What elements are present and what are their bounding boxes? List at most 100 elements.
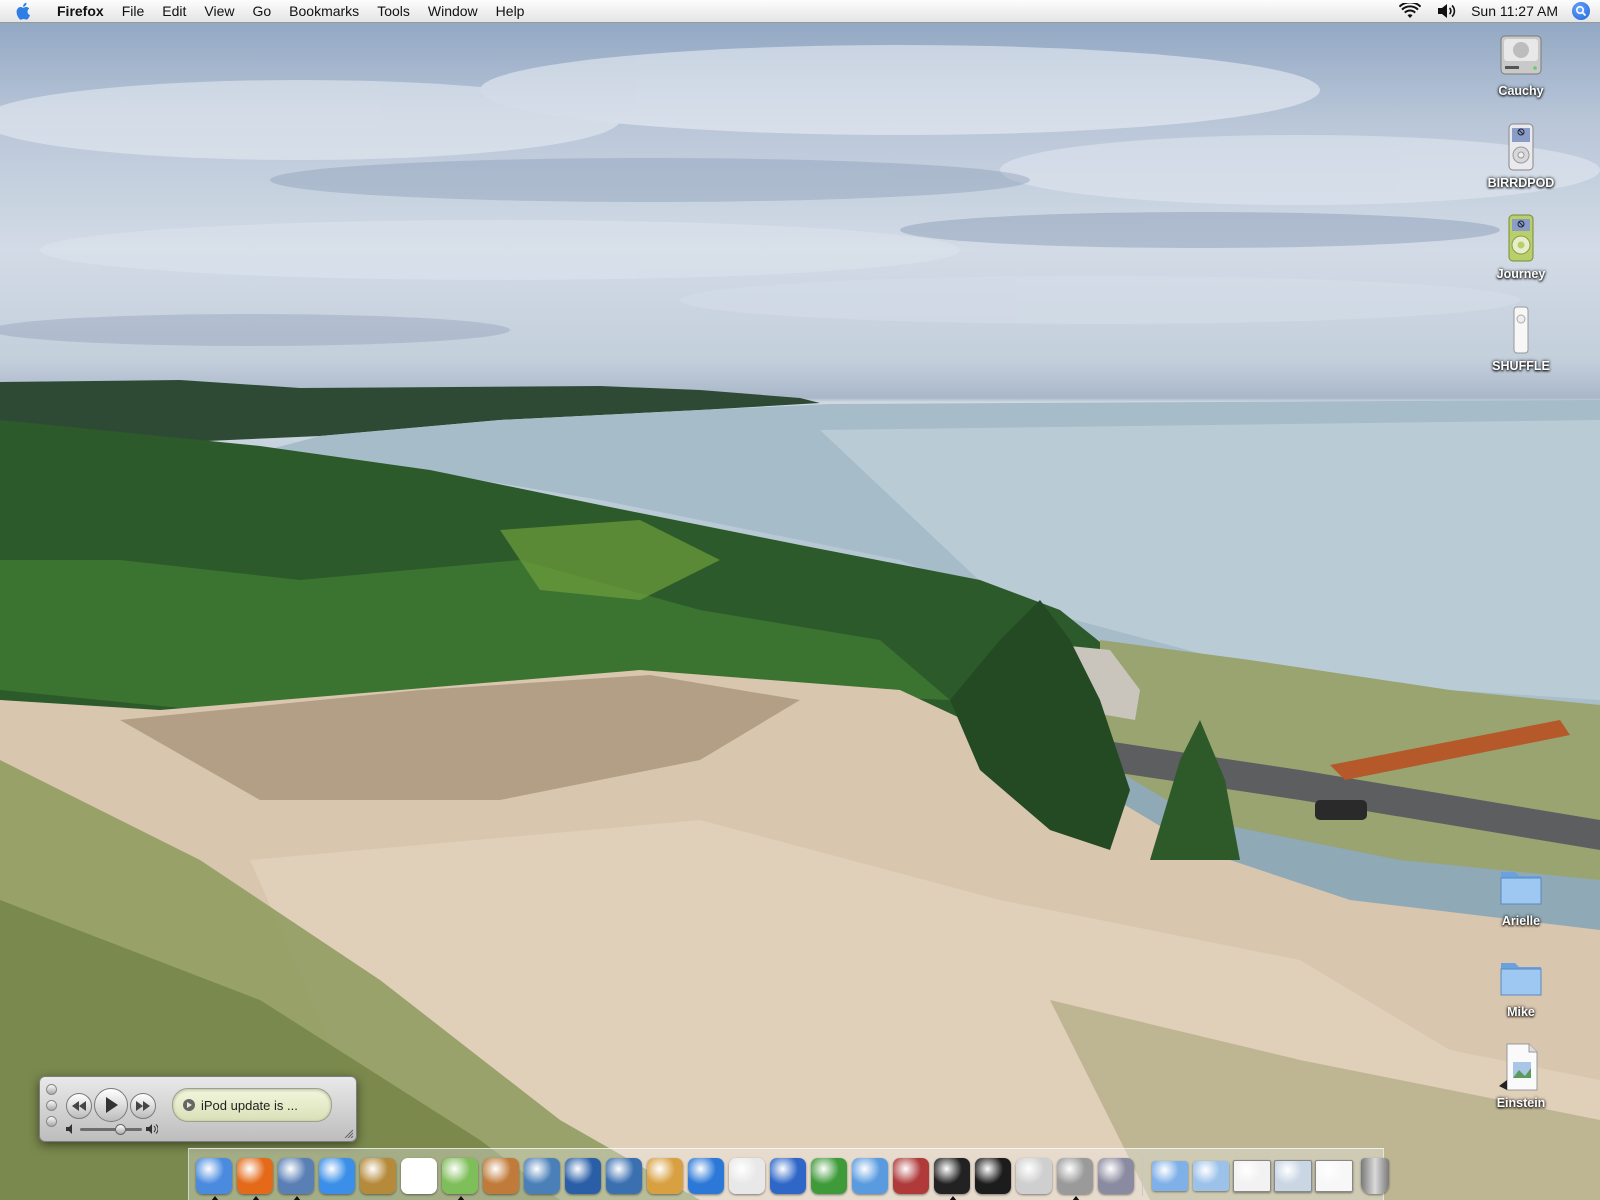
- dock: [188, 1148, 1389, 1200]
- menu-edit[interactable]: Edit: [153, 0, 195, 22]
- volume-knob[interactable]: [115, 1123, 127, 1135]
- ipod-shuffle-icon: [1495, 305, 1547, 357]
- dock-item-documents-folder[interactable]: [1191, 1154, 1231, 1198]
- dock-item-trash[interactable]: [1355, 1154, 1395, 1198]
- dock-item-terminal[interactable]: [932, 1154, 972, 1200]
- imovie-icon: [564, 1158, 601, 1194]
- dock-item-activity-monitor[interactable]: [973, 1154, 1013, 1198]
- dock-item-x11[interactable]: [1055, 1154, 1095, 1200]
- dock-item-safari[interactable]: [850, 1154, 890, 1198]
- dock-apps: [193, 1154, 1136, 1200]
- volume-icon[interactable]: [1429, 3, 1465, 19]
- menu-help[interactable]: Help: [487, 0, 534, 22]
- dock-item-preview[interactable]: [522, 1154, 562, 1198]
- desktop-icon-cauchy[interactable]: Cauchy: [1471, 30, 1571, 98]
- dock-item-mail[interactable]: [276, 1154, 316, 1200]
- activity-monitor-icon: [974, 1158, 1011, 1194]
- dock-item-iphoto[interactable]: [481, 1154, 521, 1198]
- close-button[interactable]: [46, 1084, 57, 1095]
- desktop-icon-einstein[interactable]: Einstein: [1471, 1042, 1571, 1110]
- desktop-icon-label: SHUFFLE: [1492, 359, 1550, 373]
- desktop-icon-label: Einstein: [1496, 1096, 1546, 1110]
- itunes-mini-player[interactable]: iPod update is ...: [39, 1076, 357, 1142]
- status-text: iPod update is ...: [201, 1097, 298, 1113]
- documents-folder-icon: [1192, 1161, 1229, 1191]
- dock-item-minimized-window[interactable]: [1232, 1154, 1272, 1198]
- ichat-icon: [318, 1158, 355, 1194]
- dock-item-system-profiler[interactable]: [1014, 1154, 1054, 1198]
- status-arrow-icon[interactable]: [183, 1099, 195, 1111]
- minimized-firefox-window-icon: [1314, 1160, 1353, 1192]
- iphoto-icon: [482, 1158, 519, 1194]
- menu-go[interactable]: Go: [243, 0, 280, 22]
- menubar-clock[interactable]: Sun 11:27 AM: [1465, 3, 1572, 19]
- running-indicator-icon: [292, 1196, 301, 1200]
- volume-control[interactable]: [66, 1123, 158, 1135]
- safari-icon: [851, 1158, 888, 1194]
- quicktime-icon: [687, 1158, 724, 1194]
- address-book-icon: [359, 1158, 396, 1194]
- preview-icon: [523, 1158, 560, 1194]
- menu-tools[interactable]: Tools: [368, 0, 419, 22]
- minimize-button[interactable]: [46, 1100, 57, 1111]
- folder-icon: [1495, 860, 1547, 912]
- system-profiler-icon: [1015, 1158, 1052, 1194]
- dock-item-itunes[interactable]: [440, 1154, 480, 1200]
- dock-item-quicktime[interactable]: [686, 1154, 726, 1198]
- dock-item-firefox[interactable]: [235, 1154, 275, 1200]
- menu-extras: Sun 11:27 AM: [1391, 0, 1600, 22]
- dock-item-ichat[interactable]: [317, 1154, 357, 1198]
- volume-low-icon: [66, 1124, 72, 1134]
- hard-drive-icon: [1495, 30, 1547, 82]
- menu-app-name[interactable]: Firefox: [48, 0, 113, 22]
- dock-item-word[interactable]: [768, 1154, 808, 1198]
- spotlight-icon[interactable]: [1572, 2, 1590, 20]
- dock-item-idvd[interactable]: [604, 1154, 644, 1198]
- desktop-icon-arielle[interactable]: Arielle: [1471, 860, 1571, 928]
- previous-track-button[interactable]: [66, 1093, 92, 1119]
- dock-item-utility-tool[interactable]: [891, 1154, 931, 1198]
- dock-item-ical[interactable]: [399, 1154, 439, 1198]
- desktop: Firefox File Edit View Go Bookmarks Tool…: [0, 0, 1600, 1200]
- volume-slider[interactable]: [80, 1123, 142, 1135]
- menu-file[interactable]: File: [113, 0, 154, 22]
- trash-icon: [1360, 1158, 1389, 1194]
- menu-view[interactable]: View: [195, 0, 243, 22]
- itunes-icon: [441, 1158, 478, 1194]
- menu-window[interactable]: Window: [419, 0, 487, 22]
- fast-forward-icon: [136, 1101, 150, 1111]
- ical-icon: [400, 1158, 437, 1194]
- resize-grip-icon[interactable]: [343, 1128, 353, 1138]
- dock-item-minimized-firefox-window[interactable]: [1314, 1154, 1354, 1198]
- next-track-button[interactable]: [130, 1093, 156, 1119]
- desktop-icon-journey[interactable]: Journey: [1471, 213, 1571, 281]
- minimized-window-icon: [1232, 1160, 1271, 1192]
- running-indicator-icon: [1071, 1196, 1080, 1200]
- dock-item-minimized-photo-window[interactable]: [1273, 1154, 1313, 1198]
- dock-item-textedit[interactable]: [727, 1154, 767, 1198]
- desktop-icon-mike[interactable]: Mike: [1471, 951, 1571, 1019]
- dock-item-system-preferences[interactable]: [1096, 1154, 1136, 1198]
- dock-documents: [1149, 1154, 1395, 1200]
- dock-item-address-book[interactable]: [358, 1154, 398, 1198]
- garageband-icon: [646, 1158, 683, 1194]
- status-display[interactable]: iPod update is ...: [172, 1088, 332, 1122]
- wifi-icon[interactable]: [1391, 3, 1429, 19]
- dock-item-imovie[interactable]: [563, 1154, 603, 1198]
- apple-logo-icon[interactable]: [0, 0, 48, 22]
- desktop-icon-birrdpod[interactable]: BIRRDPOD: [1471, 122, 1571, 190]
- menu-bar: Firefox File Edit View Go Bookmarks Tool…: [0, 0, 1600, 23]
- dock-item-applications-folder[interactable]: [1150, 1154, 1190, 1198]
- menu-bookmarks[interactable]: Bookmarks: [280, 0, 368, 22]
- document-alias-icon: [1495, 1042, 1547, 1094]
- minimized-photo-window-icon: [1273, 1160, 1312, 1192]
- word-icon: [769, 1158, 806, 1194]
- dock-item-garageband[interactable]: [645, 1154, 685, 1198]
- dock-item-mathematica[interactable]: [809, 1154, 849, 1198]
- wallpaper-landscape: [0, 45, 1600, 1200]
- desktop-icon-shuffle[interactable]: SHUFFLE: [1471, 305, 1571, 373]
- play-button[interactable]: [94, 1088, 128, 1122]
- dock-item-finder[interactable]: [194, 1154, 234, 1200]
- applications-folder-icon: [1151, 1161, 1188, 1191]
- zoom-button[interactable]: [46, 1116, 57, 1127]
